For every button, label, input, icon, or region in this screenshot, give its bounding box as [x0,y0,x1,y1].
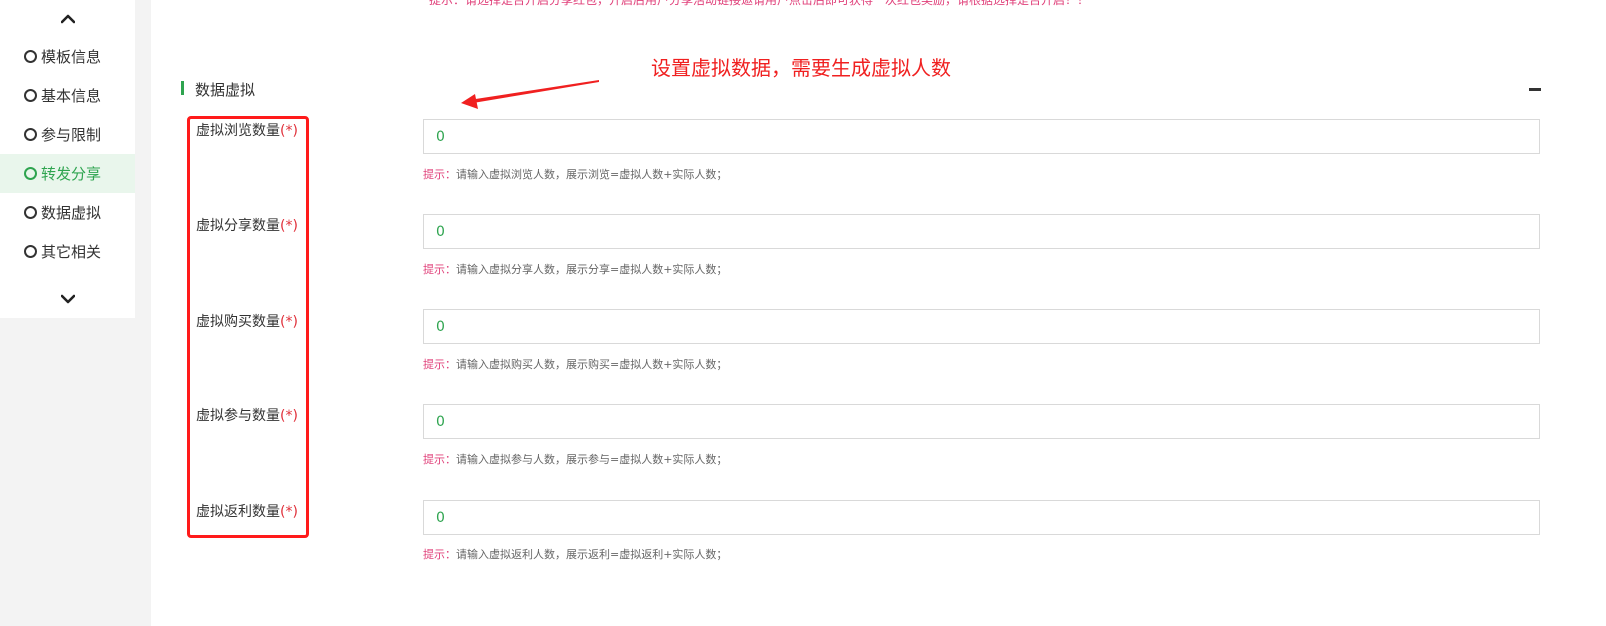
sidebar-item-virtual-data[interactable]: 数据虚拟 [0,193,135,232]
hint-key: 提示： [423,263,456,276]
field-label-text: 虚拟返利数量 [196,504,280,520]
hint-text: 请输入虚拟返利人数，展示返利=虚拟返利+实际人数； [456,548,728,561]
virtual-participants-label: 虚拟参与数量(*) [196,405,298,425]
sidebar-item-basic-info[interactable]: 基本信息 [0,76,135,115]
circle-icon [24,50,37,63]
virtual-purchases-input[interactable] [423,309,1540,344]
virtual-shares-input[interactable] [423,214,1540,249]
chevron-down-icon[interactable] [0,286,135,312]
virtual-views-label: 虚拟浏览数量(*) [196,120,298,140]
sidebar-item-label: 基本信息 [41,87,102,105]
hint-key: 提示： [423,548,456,561]
required-mark: (*) [280,218,298,234]
hint-text: 请输入虚拟分享人数，展示分享=虚拟人数+实际人数； [456,263,728,276]
sidebar-item-template-info[interactable]: 模板信息 [0,37,135,76]
virtual-rebates-hint: 提示：请输入虚拟返利人数，展示返利=虚拟返利+实际人数； [423,546,727,562]
hint-text: 请输入虚拟参与人数，展示参与=虚拟人数+实际人数； [456,453,728,466]
circle-icon [24,167,37,180]
field-label-text: 虚拟浏览数量 [196,123,280,139]
virtual-shares-label: 虚拟分享数量(*) [196,215,298,235]
sidebar-nav: 模板信息 基本信息 参与限制 转发分享 数据虚拟 其它相关 [0,0,135,318]
sidebar-item-label: 其它相关 [41,243,102,261]
circle-icon [24,89,37,102]
section-accent-bar [181,81,184,95]
field-label-text: 虚拟购买数量 [196,314,280,330]
virtual-views-input[interactable] [423,119,1540,154]
sidebar-item-participation-limits[interactable]: 参与限制 [0,115,135,154]
sidebar-item-label: 数据虚拟 [41,204,102,222]
required-mark: (*) [280,314,298,330]
minus-icon[interactable] [1529,88,1541,91]
hint-key: 提示： [423,453,456,466]
required-mark: (*) [280,408,298,424]
field-label-text: 虚拟分享数量 [196,218,280,234]
main-panel: 提示：请选择是否开启分享红包，开启后用户分享活动链接邀请用户点击后即可获得一次红… [151,0,1606,626]
virtual-shares-hint: 提示：请输入虚拟分享人数，展示分享=虚拟人数+实际人数； [423,261,727,277]
sidebar-item-share[interactable]: 转发分享 [0,154,135,193]
virtual-rebates-label: 虚拟返利数量(*) [196,501,298,521]
virtual-views-hint: 提示：请输入虚拟浏览人数，展示浏览=虚拟人数+实际人数； [423,166,727,182]
section-title: 数据虚拟 [195,81,256,99]
hint-text: 请输入虚拟浏览人数，展示浏览=虚拟人数+实际人数； [456,168,728,181]
hint-key: 提示： [423,358,456,371]
virtual-rebates-input[interactable] [423,500,1540,535]
virtual-participants-input[interactable] [423,404,1540,439]
circle-icon [24,128,37,141]
hint-text: 请输入虚拟购买人数，展示购买=虚拟人数+实际人数； [456,358,728,371]
circle-icon [24,245,37,258]
virtual-purchases-hint: 提示：请输入虚拟购买人数，展示购买=虚拟人数+实际人数； [423,356,727,372]
virtual-participants-hint: 提示：请输入虚拟参与人数，展示参与=虚拟人数+实际人数； [423,451,727,467]
chevron-up-icon[interactable] [0,6,135,32]
sidebar-item-other[interactable]: 其它相关 [0,232,135,271]
top-hint: 提示：请选择是否开启分享红包，开启后用户分享活动链接邀请用户点击后即可获得一次红… [429,0,1090,7]
sidebar-item-label: 转发分享 [41,165,102,183]
required-mark: (*) [280,123,298,139]
hint-key: 提示： [423,168,456,181]
sidebar-item-label: 参与限制 [41,126,102,144]
sidebar-item-label: 模板信息 [41,48,102,66]
required-mark: (*) [280,504,298,520]
virtual-purchases-label: 虚拟购买数量(*) [196,311,298,331]
circle-icon [24,206,37,219]
annotation-arrow-icon [461,80,599,109]
field-label-text: 虚拟参与数量 [196,408,280,424]
